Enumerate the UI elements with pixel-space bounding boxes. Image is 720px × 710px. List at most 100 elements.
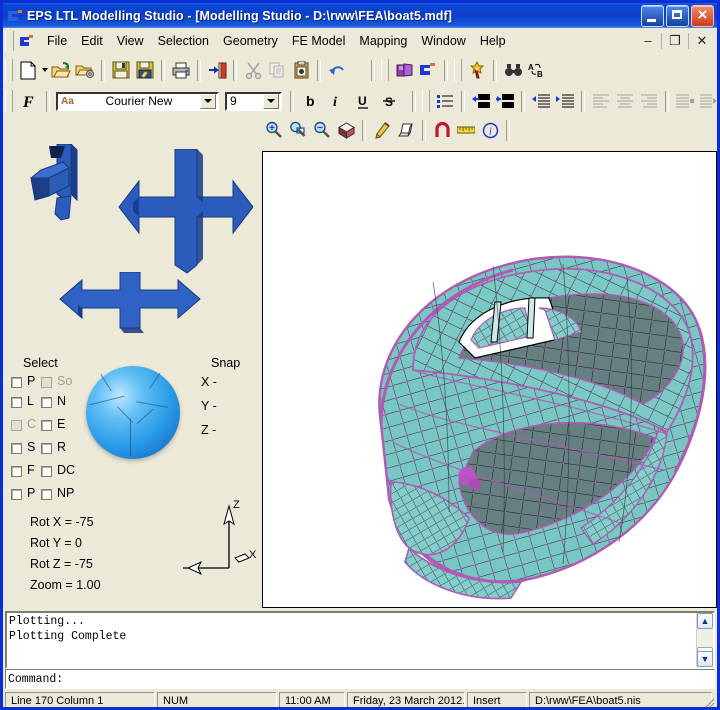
menu-file[interactable]: File: [40, 31, 74, 51]
rotate-arrow-widget[interactable]: [21, 142, 101, 244]
new-dropdown-arrow[interactable]: [40, 59, 49, 82]
eraser-icon[interactable]: [394, 119, 418, 142]
format-toolbar-grip[interactable]: [5, 90, 13, 112]
underline-button[interactable]: U: [350, 90, 376, 113]
zoom-in-icon[interactable]: [262, 119, 286, 142]
maximize-button[interactable]: [666, 5, 689, 27]
menubar-grip[interactable]: [5, 31, 14, 51]
insert-row-after-button[interactable]: [469, 90, 493, 113]
menu-help[interactable]: Help: [473, 31, 513, 51]
fe-model-viewport[interactable]: [262, 151, 717, 608]
model-icon[interactable]: [416, 59, 440, 82]
italic-button[interactable]: i: [324, 90, 350, 113]
aux-toolbar-grip-1[interactable]: [381, 59, 389, 81]
mdi-minimize-button[interactable]: –: [637, 31, 659, 50]
indent-first-button[interactable]: [673, 90, 697, 113]
aux-toolbar-grip-2[interactable]: [454, 59, 462, 81]
new-file-icon[interactable]: [16, 59, 40, 82]
increase-indent-button[interactable]: [529, 90, 553, 113]
output-vertical-scrollbar[interactable]: ▲ ▼: [696, 613, 713, 667]
font-size-dropdown-arrow[interactable]: [263, 93, 279, 109]
boat-mesh-render: [378, 255, 707, 600]
align-center-button[interactable]: [613, 90, 637, 113]
menu-view[interactable]: View: [110, 31, 151, 51]
menu-mapping[interactable]: Mapping: [352, 31, 414, 51]
exit-icon[interactable]: [205, 59, 229, 82]
view-toolbar: i: [3, 116, 717, 144]
save-icon[interactable]: [109, 59, 133, 82]
wizard-icon[interactable]: [465, 59, 489, 82]
snap-axis-x[interactable]: X -: [201, 375, 217, 389]
checkbox-label-l-select: L: [27, 394, 34, 408]
menu-selection[interactable]: Selection: [151, 31, 216, 51]
insert-row-before-button[interactable]: [493, 90, 517, 113]
menu-window[interactable]: Window: [414, 31, 472, 51]
snap-axis-z[interactable]: Z -: [201, 423, 216, 437]
menu-fe-model[interactable]: FE Model: [285, 31, 353, 51]
svg-text:U: U: [358, 94, 367, 108]
menu-geometry[interactable]: Geometry: [216, 31, 285, 51]
scroll-down-arrow[interactable]: ▼: [697, 651, 713, 667]
checkbox-p-select[interactable]: [11, 377, 22, 388]
find-icon[interactable]: [501, 59, 525, 82]
align-right-button[interactable]: [637, 90, 661, 113]
close-button[interactable]: [691, 4, 714, 27]
zoom-out-icon[interactable]: [310, 119, 334, 142]
mdi-app-icon[interactable]: [20, 34, 35, 48]
pencil-draw-icon[interactable]: [370, 119, 394, 142]
align-left-button[interactable]: [589, 90, 613, 113]
magnet-snap-icon[interactable]: [430, 119, 454, 142]
bold-button[interactable]: b: [298, 90, 324, 113]
checkbox-e-select[interactable]: [41, 420, 52, 431]
minimize-button[interactable]: [641, 5, 664, 27]
mdi-window-controls: – ❐ ✕: [637, 31, 713, 50]
scroll-up-arrow[interactable]: ▲: [697, 613, 713, 629]
mdi-close-button[interactable]: ✕: [691, 31, 713, 50]
mdi-restore-button[interactable]: ❐: [664, 31, 686, 50]
font-family-combo[interactable]: Aa Courier New: [56, 91, 219, 111]
strikethrough-button[interactable]: S: [376, 90, 402, 113]
move-arrow-widget[interactable]: [58, 271, 203, 334]
info-icon[interactable]: i: [478, 119, 502, 142]
font-dialog-icon[interactable]: F: [16, 90, 42, 113]
save-as-icon[interactable]: [133, 59, 157, 82]
cut-icon[interactable]: [241, 59, 265, 82]
checkbox-n-select[interactable]: [41, 397, 52, 408]
checkbox-p2-select[interactable]: [11, 489, 22, 500]
indent-hanging-button[interactable]: [697, 90, 717, 113]
view-separator-2: [422, 119, 426, 141]
replace-icon[interactable]: AB: [525, 59, 549, 82]
undo-icon[interactable]: [325, 59, 349, 82]
standard-toolbar-grip[interactable]: [5, 59, 13, 81]
checkbox-f-select[interactable]: [11, 466, 22, 477]
resize-grip[interactable]: [702, 696, 716, 707]
open-folder-icon[interactable]: [49, 59, 73, 82]
snap-axis-y[interactable]: Y -: [201, 399, 217, 413]
checkbox-dc-select[interactable]: [41, 466, 52, 477]
rotation-trackball[interactable]: [86, 366, 180, 459]
checkbox-r-select[interactable]: [41, 443, 52, 454]
zoom-window-icon[interactable]: [286, 119, 310, 142]
command-input-bar[interactable]: Command:: [5, 669, 715, 689]
format-separator-2: [412, 90, 416, 112]
render-shade-icon[interactable]: [334, 119, 358, 142]
rot-y-readout: Rot Y = 0: [30, 536, 83, 550]
font-family-dropdown-arrow[interactable]: [200, 93, 216, 109]
copy-icon[interactable]: [265, 59, 289, 82]
checkbox-np-select[interactable]: [41, 489, 52, 500]
current-file-pane: D:\rww\FEA\boat5.nis: [529, 692, 712, 707]
decrease-indent-button[interactable]: [553, 90, 577, 113]
book-icon[interactable]: [392, 59, 416, 82]
print-icon[interactable]: [169, 59, 193, 82]
measure-ruler-icon[interactable]: [454, 119, 478, 142]
open-special-icon[interactable]: [73, 59, 97, 82]
checkbox-l-select[interactable]: [11, 397, 22, 408]
paragraph-toolbar-grip[interactable]: [422, 90, 430, 112]
window-title: EPS LTL Modelling Studio - [Modelling St…: [27, 8, 453, 23]
menu-edit[interactable]: Edit: [74, 31, 110, 51]
paste-icon[interactable]: [289, 59, 313, 82]
checkbox-s-select[interactable]: [11, 443, 22, 454]
pan-arrow-widget[interactable]: [113, 148, 254, 274]
bullet-list-button[interactable]: [433, 90, 457, 113]
font-size-combo[interactable]: 9: [225, 91, 282, 111]
